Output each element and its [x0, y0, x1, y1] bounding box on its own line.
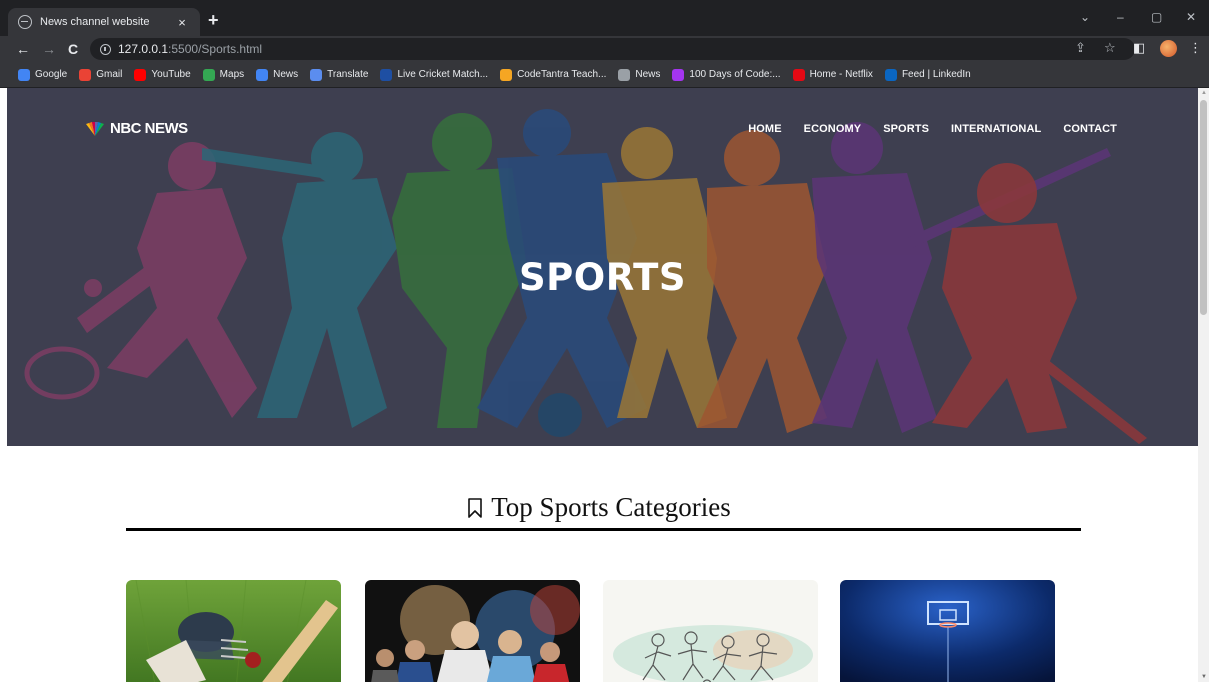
address-host: 127.0.0.1: [118, 42, 169, 56]
basketball-hoop-image: [840, 580, 1055, 682]
bookmark-favicon-icon: [380, 68, 393, 81]
category-card-sketch[interactable]: [603, 580, 818, 682]
bookmark-label: CodeTantra Teach...: [517, 69, 607, 80]
side-panel-icon[interactable]: ◧: [1133, 40, 1145, 56]
bookmark-favicon-icon: [618, 68, 631, 81]
scroll-down-arrow-icon[interactable]: ▼: [1201, 674, 1207, 680]
bookmark-label: Live Cricket Match...: [397, 69, 489, 80]
bookmark-item[interactable]: Gmail: [79, 68, 123, 81]
hero-banner: NBC NEWS HOME ECONOMY SPORTS INTERNATION…: [7, 88, 1198, 446]
football-sketch-image: [603, 580, 818, 682]
tab-close-icon[interactable]: ×: [174, 15, 190, 30]
section-title: Top Sports Categories: [491, 492, 731, 522]
back-arrow-icon[interactable]: ←: [16, 40, 30, 58]
bookmark-item[interactable]: 100 Days of Code:...: [672, 68, 781, 81]
page-viewport: NBC NEWS HOME ECONOMY SPORTS INTERNATION…: [0, 88, 1198, 682]
bookmark-label: Home - Netflix: [809, 69, 873, 80]
tab-search-icon[interactable]: ⌄: [1080, 10, 1090, 24]
brand-name: NBC NEWS: [110, 120, 188, 137]
bookmark-favicon-icon: [79, 68, 92, 81]
bookmark-item[interactable]: Google: [18, 68, 68, 81]
scroll-up-arrow-icon[interactable]: ▲: [1201, 90, 1207, 96]
main-nav: HOME ECONOMY SPORTS INTERNATIONAL CONTAC…: [748, 123, 1117, 135]
bookmark-item[interactable]: Live Cricket Match...: [380, 68, 489, 81]
nav-contact[interactable]: CONTACT: [1063, 123, 1117, 135]
category-card-cricket[interactable]: [126, 580, 341, 682]
bookmark-label: News: [635, 69, 661, 80]
bookmark-label: News: [273, 69, 299, 80]
bookmark-item[interactable]: Home - Netflix: [792, 68, 873, 81]
bookmark-item[interactable]: CodeTantra Teach...: [500, 68, 607, 81]
forward-arrow-icon[interactable]: →: [42, 40, 56, 58]
address-bar[interactable]: 127.0.0.1:5500/Sports.html: [90, 38, 1135, 60]
bookmark-item[interactable]: Maps: [202, 68, 245, 81]
close-window-button[interactable]: ✕: [1186, 10, 1196, 24]
browser-tab[interactable]: News channel website ×: [8, 8, 200, 36]
nbc-logo[interactable]: NBC NEWS: [83, 120, 188, 137]
bookmark-label: Google: [35, 69, 68, 80]
scrollbar-thumb[interactable]: [1200, 100, 1207, 315]
menu-kebab-icon[interactable]: ⋮: [1189, 40, 1202, 56]
nav-home[interactable]: HOME: [748, 123, 781, 135]
hero-title: SPORTS: [519, 256, 686, 299]
site-info-icon[interactable]: [100, 43, 111, 55]
nav-economy[interactable]: ECONOMY: [804, 123, 862, 135]
bookmark-favicon-icon: [792, 68, 805, 81]
bookmark-item[interactable]: YouTube: [134, 68, 191, 81]
category-card-football[interactable]: [365, 580, 580, 682]
bookmark-favicon-icon: [310, 68, 323, 81]
share-icon[interactable]: ⇪: [1075, 40, 1086, 56]
bookmark-label: Maps: [219, 69, 245, 80]
bookmark-favicon-icon: [18, 68, 30, 81]
reload-icon[interactable]: C: [68, 40, 78, 58]
bookmark-favicon-icon: [134, 68, 147, 81]
page-scrollbar[interactable]: ▲ ▼: [1198, 88, 1209, 682]
category-card-basketball[interactable]: [840, 580, 1055, 682]
browser-toolbar: ← → C 127.0.0.1:5500/Sports.html ⇪ ☆ ◧ ⋮: [0, 36, 1209, 62]
cricket-image: [126, 580, 341, 682]
profile-avatar[interactable]: [1160, 40, 1177, 57]
bookmark-favicon-icon: [202, 68, 215, 81]
new-tab-button[interactable]: +: [208, 10, 219, 30]
bookmark-favicon-icon: [884, 68, 897, 81]
bookmark-label: Gmail: [96, 69, 123, 80]
bookmark-star-icon[interactable]: ☆: [1104, 40, 1116, 56]
bookmark-item[interactable]: Feed | LinkedIn: [884, 68, 971, 81]
football-players-image: [365, 580, 580, 682]
address-path: :5500/Sports.html: [168, 42, 263, 56]
bookmark-item[interactable]: News: [256, 68, 299, 81]
peacock-icon: [86, 121, 104, 136]
bookmark-favicon-icon: [500, 68, 513, 81]
section-heading: Top Sports Categories: [0, 492, 1198, 523]
bookmark-item[interactable]: Translate: [310, 68, 369, 81]
minimize-button[interactable]: –: [1117, 10, 1124, 24]
globe-icon: [18, 15, 32, 29]
bookmark-favicon-icon: [672, 68, 685, 81]
nav-sports[interactable]: SPORTS: [883, 123, 929, 135]
bookmark-label: Translate: [327, 69, 369, 80]
tab-title: News channel website: [40, 16, 150, 28]
bookmark-item[interactable]: News: [618, 68, 661, 81]
nav-international[interactable]: INTERNATIONAL: [951, 123, 1041, 135]
bookmark-label: Feed | LinkedIn: [901, 69, 971, 80]
bookmark-label: 100 Days of Code:...: [689, 69, 781, 80]
maximize-button[interactable]: ▢: [1151, 10, 1162, 24]
bookmarks-bar: Google Gmail YouTube Maps News Translate Live …: [0, 62, 1209, 88]
bookmark-favicon-icon: [256, 68, 269, 81]
section-divider: [126, 528, 1081, 531]
bookmark-icon: [468, 497, 483, 518]
browser-tabstrip: News channel website × + ⌄ – ▢ ✕: [0, 0, 1209, 36]
bookmark-label: YouTube: [151, 69, 191, 80]
